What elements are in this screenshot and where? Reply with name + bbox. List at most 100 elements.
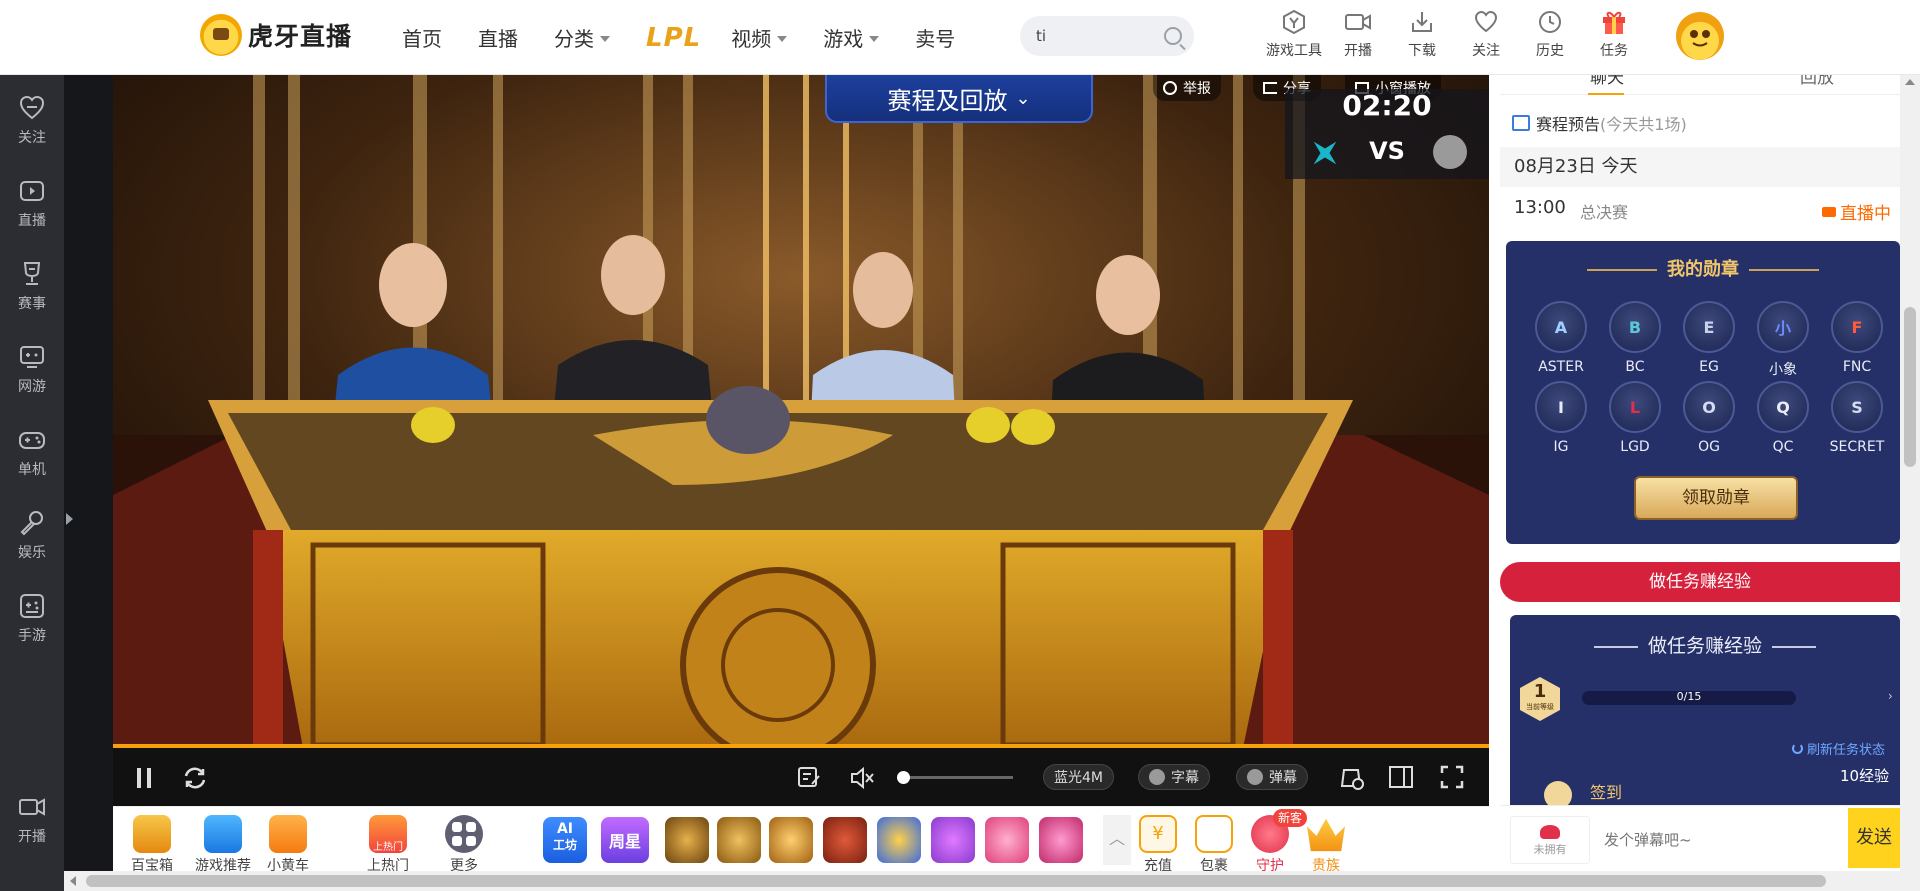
noble-button[interactable]: 贵族: [1301, 815, 1351, 875]
sidebar-item-live-label: 直播: [18, 213, 46, 229]
medal-item[interactable]: L LGD: [1600, 381, 1670, 455]
week-star-button[interactable]: 周星: [601, 817, 649, 863]
mute-button[interactable]: [848, 764, 876, 792]
danmaku-settings-icon: [1340, 769, 1364, 790]
video-player[interactable]: 赛程及回放 ⌄ 举报 分享 小窗播放 02:20 VS: [113, 75, 1489, 748]
sidebar-item-esports[interactable]: 赛事: [0, 259, 64, 313]
refresh-task-status-button[interactable]: 刷新任务状态: [1792, 739, 1885, 758]
tab-chat[interactable]: 聊天: [1590, 75, 1624, 88]
earn-exp-banner-button[interactable]: 做任务赚经验: [1500, 562, 1900, 602]
medal-item[interactable]: E EG: [1674, 301, 1744, 375]
search-input[interactable]: [1036, 27, 1156, 45]
history-button[interactable]: 历史: [1518, 8, 1582, 68]
download-button[interactable]: 下载: [1390, 8, 1454, 68]
gift-item-4[interactable]: [823, 817, 867, 863]
nav-home-label: 首页: [402, 27, 442, 51]
schedule-header: 赛程预告 (今天共1场): [1512, 111, 1687, 135]
volume-slider-knob[interactable]: [897, 771, 910, 784]
scroll-left-arrow-icon[interactable]: [70, 876, 76, 886]
refresh-button[interactable]: [181, 764, 209, 792]
scroll-up-arrow-icon[interactable]: [1905, 79, 1915, 85]
tasks-button[interactable]: 任务: [1582, 8, 1646, 68]
nav-live[interactable]: 直播: [478, 23, 518, 52]
nav-games[interactable]: 游戏: [823, 23, 880, 52]
nav-category[interactable]: 分类: [554, 23, 610, 52]
nav-lpl[interactable]: LPL: [646, 23, 701, 53]
sidebar-item-follow[interactable]: 关注: [0, 93, 64, 147]
sidebar-item-mobile-games[interactable]: 手游: [0, 591, 64, 645]
nav-video[interactable]: 视频: [731, 23, 788, 52]
schedule-match-row[interactable]: 13:00 总决赛 直播中: [1500, 187, 1900, 231]
search-icon[interactable]: [1164, 27, 1182, 45]
sidebar-item-online-games[interactable]: 网游: [0, 342, 64, 396]
medal-item[interactable]: 小小象: [1748, 301, 1818, 379]
gift-item-8[interactable]: [1039, 817, 1083, 863]
gift-item-3[interactable]: [769, 817, 813, 863]
horizontal-scroll-thumb[interactable]: [86, 875, 1826, 887]
shopping-cart-button[interactable]: 小黄车: [263, 815, 313, 875]
game-recommend-button[interactable]: 游戏推荐: [193, 815, 253, 875]
toggle-off-icon: [1149, 769, 1165, 785]
nav-home[interactable]: 首页: [402, 23, 442, 52]
scroll-right-arrow-icon[interactable]: ›: [1888, 689, 1893, 703]
title-ornament: [1593, 645, 1638, 648]
sidebar-item-follow-label: 关注: [18, 130, 46, 146]
start-stream-button[interactable]: 开播: [1326, 8, 1390, 68]
heart-gift-icon[interactable]: [931, 817, 975, 863]
sidebar-item-live[interactable]: 直播: [0, 176, 64, 230]
treasure-box-button[interactable]: 百宝箱: [127, 815, 177, 875]
report-button[interactable]: 举报: [1153, 75, 1221, 101]
gift-item-2[interactable]: [717, 817, 761, 863]
claim-medal-button[interactable]: 领取勋章: [1634, 476, 1798, 520]
fan-badge[interactable]: 未拥有: [1510, 816, 1590, 864]
tab-replay[interactable]: 回放: [1800, 75, 1834, 88]
gift-item-1[interactable]: [665, 817, 709, 863]
vertical-scrollbar[interactable]: [1900, 75, 1920, 871]
user-avatar[interactable]: [1676, 12, 1724, 60]
medal-item[interactable]: S SECRET: [1822, 381, 1892, 455]
medal-item[interactable]: I IG: [1526, 381, 1596, 455]
theater-mode-button[interactable]: [1388, 765, 1414, 789]
sign-in-task: 签到 10经验: [1510, 765, 1900, 809]
package-button[interactable]: 包裹: [1189, 815, 1239, 875]
medal-item[interactable]: F FNC: [1822, 301, 1892, 375]
expand-up-button[interactable]: ︿: [1103, 815, 1131, 865]
pause-button[interactable]: [135, 768, 155, 788]
medal-item[interactable]: Q QC: [1748, 381, 1818, 455]
sidebar-item-entertainment[interactable]: 娱乐: [0, 508, 64, 562]
ai-workshop-button[interactable]: AI 工坊: [543, 817, 587, 863]
expand-arrow-icon[interactable]: [66, 513, 73, 525]
danmaku-settings-button[interactable]: [796, 764, 822, 790]
fullscreen-button[interactable]: [1439, 764, 1465, 790]
schedule-replay-button[interactable]: 赛程及回放 ⌄: [825, 75, 1093, 123]
sidebar-item-single-player[interactable]: 单机: [0, 425, 64, 479]
team-medal-icon: O: [1683, 381, 1735, 433]
sidebar-item-online-games-label: 网游: [18, 379, 46, 395]
game-tools-button[interactable]: 游戏工具: [1262, 8, 1326, 68]
recharge-button[interactable]: ¥ 充值: [1133, 815, 1183, 875]
medal-item[interactable]: A ASTER: [1526, 301, 1596, 375]
send-button[interactable]: 发送: [1848, 808, 1900, 868]
go-hot-button[interactable]: 上热门 上热门: [363, 815, 413, 875]
follow-button[interactable]: 关注: [1454, 8, 1518, 68]
more-button[interactable]: 更多: [439, 815, 489, 875]
volume-slider[interactable]: [897, 771, 1013, 784]
schedule-count: (今天共1场): [1600, 115, 1687, 134]
chevron-down-icon: ⌄: [1015, 87, 1031, 109]
subtitle-toggle[interactable]: 字幕: [1138, 764, 1210, 790]
sidebar-start-stream[interactable]: 开播: [0, 792, 64, 846]
danmaku-filter-button[interactable]: [1338, 764, 1366, 792]
gift-item-7[interactable]: [985, 817, 1029, 863]
medal-item[interactable]: B BC: [1600, 301, 1670, 375]
team-medal-icon: F: [1831, 301, 1883, 353]
site-logo[interactable]: 虎牙直播: [200, 14, 352, 56]
gift-item-5[interactable]: [877, 817, 921, 863]
danmaku-toggle[interactable]: 弹幕: [1236, 764, 1308, 790]
chat-input[interactable]: [1604, 810, 1824, 870]
medal-item[interactable]: O OG: [1674, 381, 1744, 455]
horizontal-scrollbar[interactable]: [64, 871, 1920, 891]
vertical-scroll-thumb[interactable]: [1904, 307, 1916, 467]
quality-selector[interactable]: 蓝光4M: [1043, 764, 1114, 790]
fullscreen-icon: [1440, 765, 1464, 789]
nav-sell-account[interactable]: 卖号: [915, 23, 955, 52]
